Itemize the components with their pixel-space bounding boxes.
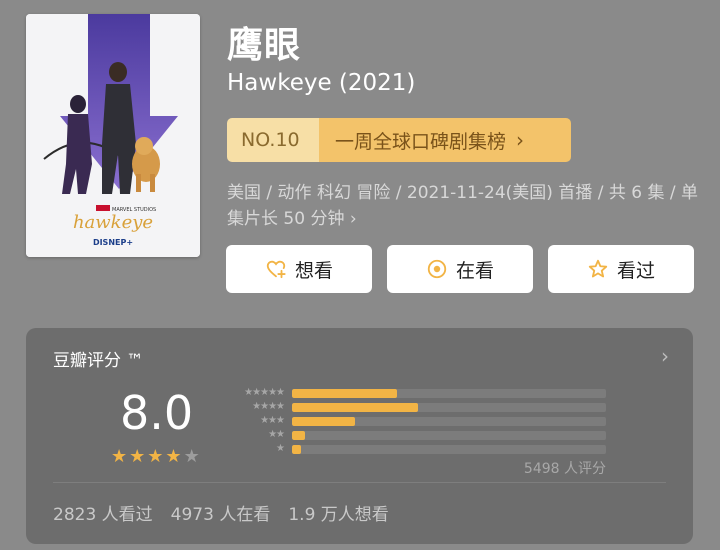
meta-more-chevron-icon[interactable]: › [350,209,357,229]
distribution-row: ★ [222,442,606,456]
want-count: 1.9 万人想看 [288,505,389,525]
divider [53,482,666,483]
title-chinese: 鹰眼 [227,25,302,66]
distribution-fill [292,388,398,398]
distribution-row: ★★★ [222,414,606,428]
title-english: Hawkeye (2021) [227,70,416,96]
rating-card-title: 豆瓣评分 ™ [53,351,144,371]
distribution-fill [292,444,302,454]
rating-score: 8.0 [120,386,194,440]
distribution-row: ★★ [222,428,606,442]
distribution-row: ★★★★ [222,400,606,414]
distribution-stars: ★★ [268,429,285,440]
star-filled-icon: ★ [147,446,164,467]
rating-distribution: ★★★★★ ★★★★ ★★★ ★★ ★ [222,386,606,456]
circle-dot-icon [427,259,447,279]
chevron-right-icon[interactable]: › [661,344,669,368]
star-empty-icon: ★ [183,446,200,467]
want-to-watch-button[interactable]: 想看 [226,245,372,293]
show-meta[interactable]: 美国 / 动作 科幻 冒险 / 2021-11-24(美国) 首播 / 共 6 … [227,180,702,232]
distribution-stars: ★ [276,443,285,454]
watching-label: 在看 [455,259,494,282]
rating-votes: 5498 人评分 [523,461,606,477]
rating-stars: ★ ★ ★ ★ ★ [111,446,200,467]
watched-button[interactable]: 看过 [548,245,694,293]
distribution-stars: ★★★★★ [244,387,285,398]
heart-plus-icon [266,260,286,279]
watched-label: 看过 [616,259,655,282]
distribution-track [292,444,606,454]
rank-list[interactable]: 一周全球口碑剧集榜 › [319,118,571,162]
meta-text: 美国 / 动作 科幻 冒险 / 2021-11-24(美国) 首播 / 共 6 … [227,183,699,229]
action-bar: 想看 在看 看过 [226,245,694,293]
poster-network: DISNEP+ [93,238,133,247]
douban-rating-card[interactable]: 豆瓣评分 ™ › 8.0 ★ ★ ★ ★ ★ ★★★★★ ★★★★ ★★★ ★★ ★ 5498 … [26,328,693,544]
distribution-track [292,430,606,440]
watching-button[interactable]: 在看 [387,245,533,293]
distribution-row: ★★★★★ [222,386,606,400]
distribution-track [292,388,606,398]
watching-count: 4973 人在看 [170,505,271,525]
distribution-fill [292,430,305,440]
rank-list-name: 一周全球口碑剧集榜 [335,130,507,153]
rank-number: NO.10 [227,118,319,162]
show-poster[interactable]: MARVEL STUDIOS hawkeye DISNEP+ [26,14,200,257]
distribution-stars: ★★★ [260,415,285,426]
want-to-watch-label: 想看 [294,259,333,282]
star-filled-icon: ★ [129,446,146,467]
distribution-track [292,416,606,426]
distribution-stars: ★★★★ [252,401,285,412]
star-filled-icon: ★ [111,446,128,467]
poster-art: MARVEL STUDIOS hawkeye DISNEP+ [26,14,200,257]
poster-logo: hawkeye [73,212,153,233]
star-outline-icon [588,259,608,278]
watch-stats: 2823 人看过 4973 人在看 1.9 万人想看 [53,500,389,525]
distribution-track [292,402,606,412]
chevron-right-icon: › [516,128,525,152]
distribution-fill [292,416,355,426]
star-filled-icon: ★ [165,446,182,467]
distribution-fill [292,402,418,412]
rank-badge[interactable]: NO.10 一周全球口碑剧集榜 › [227,118,571,162]
watched-count: 2823 人看过 [53,505,153,525]
